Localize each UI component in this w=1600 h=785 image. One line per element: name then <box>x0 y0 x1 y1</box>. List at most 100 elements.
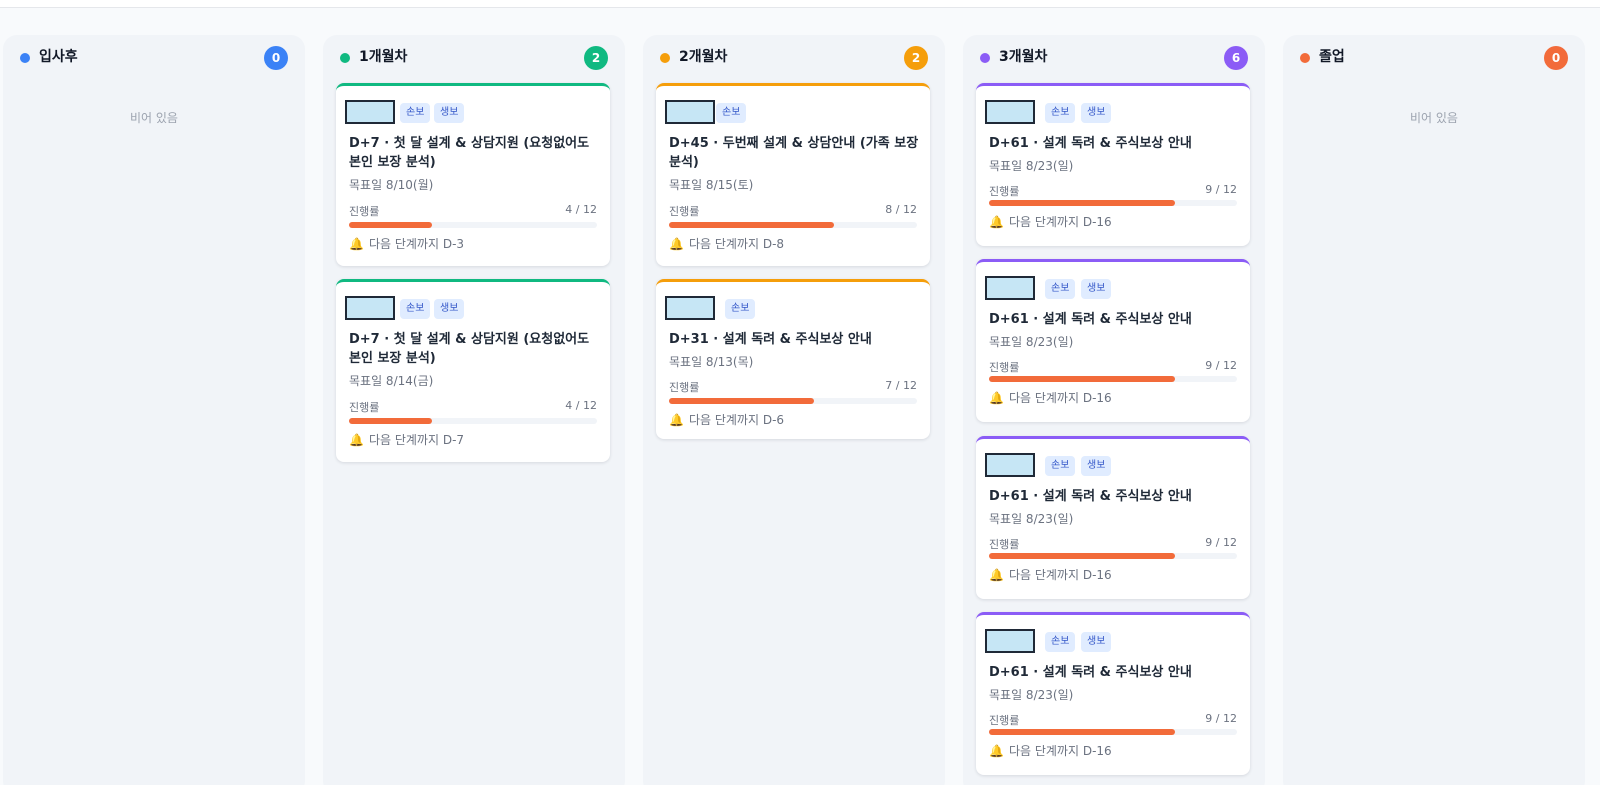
tag-badge: 생보 <box>1081 279 1112 299</box>
progress-bar <box>349 222 597 228</box>
redacted-name-box <box>985 629 1035 653</box>
empty-column-label: 비어 있음 <box>130 111 178 125</box>
redacted-name-box <box>665 100 715 124</box>
column-month-1: 1개월차 2 손보 생보 D+7 · 첫 달 설계 & 상담지원 (요청없어도 … <box>323 35 625 785</box>
task-card[interactable]: 손보 D+31 · 설계 독려 & 주식보상 안내 목표일 8/13(목) 진행… <box>656 279 930 439</box>
column-month-2: 2개월차 2 손보 D+45 · 두번째 설계 & 상담안내 (가족 보장 분석… <box>643 35 945 785</box>
redacted-name-box <box>665 296 715 320</box>
progress-label: 진행률 <box>669 205 700 218</box>
bell-icon: 🔔 <box>989 215 1004 229</box>
tag-badge: 손보 <box>1045 456 1076 476</box>
tag-badge: 손보 <box>725 299 756 319</box>
progress-value: 7 / 12 <box>885 379 917 392</box>
column-header: 3개월차 6 <box>963 35 1265 81</box>
column-title: 3개월차 <box>999 49 1048 65</box>
next-step-text: 다음 단계까지 D-3 <box>368 237 465 251</box>
progress-fill <box>669 222 835 228</box>
progress-value: 9 / 12 <box>1205 536 1237 549</box>
column-header: 1개월차 2 <box>323 35 625 81</box>
bell-icon: 🔔 <box>989 391 1004 405</box>
progress-bar <box>669 398 917 404</box>
tag-badge: 생보 <box>434 103 465 123</box>
next-step-text: 다음 단계까지 D-8 <box>688 237 785 251</box>
progress-bar <box>349 418 597 424</box>
task-card[interactable]: 손보 생보 D+61 · 설계 독려 & 주식보상 안내 목표일 8/23(일)… <box>976 436 1250 599</box>
card-title: D+61 · 설계 독려 & 주식보상 안내 <box>989 489 1192 504</box>
progress-label: 진행률 <box>349 205 380 218</box>
tag-badge: 손보 <box>400 299 431 319</box>
progress-value: 9 / 12 <box>1205 712 1237 725</box>
empty-column-label: 비어 있음 <box>1410 111 1458 125</box>
card-due-date: 목표일 8/10(월) <box>349 178 434 192</box>
status-dot-icon <box>660 53 670 63</box>
card-due-date: 목표일 8/23(일) <box>989 335 1074 349</box>
task-card[interactable]: 손보 생보 D+61 · 설계 독려 & 주식보상 안내 목표일 8/23(일)… <box>976 259 1250 422</box>
progress-bar <box>989 729 1237 735</box>
next-step-notice: 🔔 다음 단계까지 D-7 <box>349 431 464 448</box>
redacted-name-box <box>985 100 1035 124</box>
task-card[interactable]: 손보 D+45 · 두번째 설계 & 상담안내 (가족 보장 분석) 목표일 8… <box>656 83 930 266</box>
redacted-name-box <box>345 100 395 124</box>
card-title: D+31 · 설계 독려 & 주식보상 안내 <box>669 332 872 347</box>
column-header: 입사후 0 <box>3 35 305 81</box>
card-due-date: 목표일 8/15(토) <box>669 178 754 192</box>
task-card[interactable]: 손보 생보 D+7 · 첫 달 설계 & 상담지원 (요청없어도 본인 보장 분… <box>336 279 610 462</box>
redacted-name-box <box>985 276 1035 300</box>
progress-fill <box>349 418 432 424</box>
column-header: 2개월차 2 <box>643 35 945 81</box>
tag-badge: 손보 <box>400 103 431 123</box>
column-count-badge: 6 <box>1224 46 1248 70</box>
column-after-joining: 입사후 0 비어 있음 <box>3 35 305 785</box>
card-title: D+45 · 두번째 설계 & 상담안내 (가족 보장 분석) <box>669 136 919 170</box>
progress-bar <box>989 553 1237 559</box>
card-title: D+61 · 설계 독려 & 주식보상 안내 <box>989 312 1192 327</box>
progress-fill <box>989 200 1175 206</box>
next-step-text: 다음 단계까지 D-16 <box>1008 568 1112 582</box>
column-title: 입사후 <box>39 49 78 65</box>
column-title: 2개월차 <box>679 49 728 65</box>
progress-fill <box>349 222 432 228</box>
column-month-3: 3개월차 6 손보 생보 D+61 · 설계 독려 & 주식보상 안내 목표일 … <box>963 35 1265 785</box>
next-step-notice: 🔔 다음 단계까지 D-16 <box>989 566 1112 583</box>
progress-label: 진행률 <box>989 361 1020 374</box>
bell-icon: 🔔 <box>349 433 364 447</box>
next-step-notice: 🔔 다음 단계까지 D-16 <box>989 389 1112 406</box>
task-card[interactable]: 손보 생보 D+61 · 설계 독려 & 주식보상 안내 목표일 8/23(일)… <box>976 83 1250 246</box>
column-title: 졸업 <box>1319 49 1345 65</box>
column-count-badge: 0 <box>1544 46 1568 70</box>
progress-fill <box>669 398 814 404</box>
next-step-notice: 🔔 다음 단계까지 D-8 <box>669 235 784 252</box>
progress-label: 진행률 <box>989 538 1020 551</box>
progress-value: 9 / 12 <box>1205 183 1237 196</box>
progress-bar <box>669 222 917 228</box>
bell-icon: 🔔 <box>989 568 1004 582</box>
redacted-name-box <box>985 453 1035 477</box>
next-step-text: 다음 단계까지 D-16 <box>1008 744 1112 758</box>
column-title: 1개월차 <box>359 49 408 65</box>
card-title: D+61 · 설계 독려 & 주식보상 안내 <box>989 136 1192 151</box>
next-step-notice: 🔔 다음 단계까지 D-6 <box>669 411 784 428</box>
tag-badge: 생보 <box>1081 632 1112 652</box>
top-bar <box>0 0 1600 8</box>
status-dot-icon <box>20 53 30 63</box>
bell-icon: 🔔 <box>669 237 684 251</box>
progress-fill <box>989 553 1175 559</box>
tag-badge: 손보 <box>1045 103 1076 123</box>
tag-badge: 손보 <box>1045 279 1076 299</box>
progress-value: 8 / 12 <box>885 203 917 216</box>
task-card[interactable]: 손보 생보 D+61 · 설계 독려 & 주식보상 안내 목표일 8/23(일)… <box>976 612 1250 775</box>
status-dot-icon <box>1300 53 1310 63</box>
next-step-notice: 🔔 다음 단계까지 D-3 <box>349 235 464 252</box>
task-card[interactable]: 손보 생보 D+7 · 첫 달 설계 & 상담지원 (요청없어도 본인 보장 분… <box>336 83 610 266</box>
tag-badge: 손보 <box>716 103 747 123</box>
next-step-text: 다음 단계까지 D-16 <box>1008 391 1112 405</box>
next-step-text: 다음 단계까지 D-6 <box>688 413 785 427</box>
card-due-date: 목표일 8/23(일) <box>989 159 1074 173</box>
next-step-text: 다음 단계까지 D-7 <box>368 433 465 447</box>
progress-value: 4 / 12 <box>565 203 597 216</box>
next-step-text: 다음 단계까지 D-16 <box>1008 215 1112 229</box>
tag-badge: 생보 <box>434 299 465 319</box>
card-title: D+7 · 첫 달 설계 & 상담지원 (요청없어도 본인 보장 분석) <box>349 136 590 170</box>
progress-fill <box>989 729 1175 735</box>
kanban-board: 입사후 0 비어 있음 1개월차 2 손보 생보 D+7 · 첫 달 설계 & … <box>0 35 1600 785</box>
